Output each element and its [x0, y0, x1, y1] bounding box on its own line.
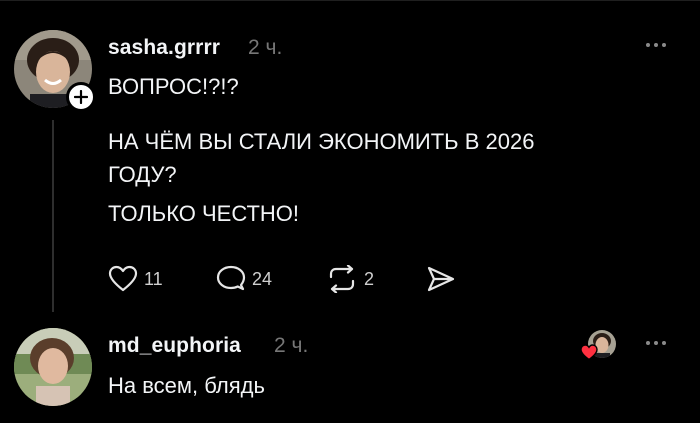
plus-icon: [74, 90, 88, 104]
reply-text: На всем, блядь: [108, 373, 265, 398]
post-text-line-3: ГОДУ?: [108, 162, 177, 187]
post-more-button[interactable]: [646, 43, 666, 47]
reply-username[interactable]: md_euphoria: [108, 334, 241, 358]
reply-timestamp: 2 ч.: [274, 334, 309, 357]
post-timestamp: 2 ч.: [248, 36, 283, 59]
repost-button[interactable]: 2: [326, 265, 374, 293]
top-divider: [0, 0, 700, 1]
comment-count: 24: [252, 268, 273, 289]
post-text-line-4: ТОЛЬКО ЧЕСТНО!: [108, 201, 300, 226]
like-button[interactable]: 11: [108, 265, 163, 293]
reply-author-avatar[interactable]: [14, 328, 92, 406]
heart-badge-icon: [580, 344, 598, 361]
post-text-line-2: НА ЧЁМ ВЫ СТАЛИ ЭКОНОМИТЬ В 2026: [108, 129, 535, 154]
follow-button[interactable]: [66, 82, 96, 112]
share-button[interactable]: [426, 265, 456, 293]
repost-icon: [329, 265, 355, 293]
comment-button[interactable]: 24: [216, 265, 272, 293]
thread-line: [52, 120, 54, 312]
send-icon: [427, 266, 455, 292]
like-count: 11: [144, 268, 163, 289]
heart-icon: [108, 265, 138, 292]
more-icon: [646, 43, 650, 47]
comment-icon: [216, 265, 246, 291]
post-text-line-1: ВОПРОС!?!?: [108, 74, 239, 99]
post-username[interactable]: sasha.grrrr: [108, 36, 220, 60]
more-icon: [646, 341, 650, 345]
reply-more-button[interactable]: [646, 341, 666, 345]
repost-count: 2: [364, 268, 375, 289]
